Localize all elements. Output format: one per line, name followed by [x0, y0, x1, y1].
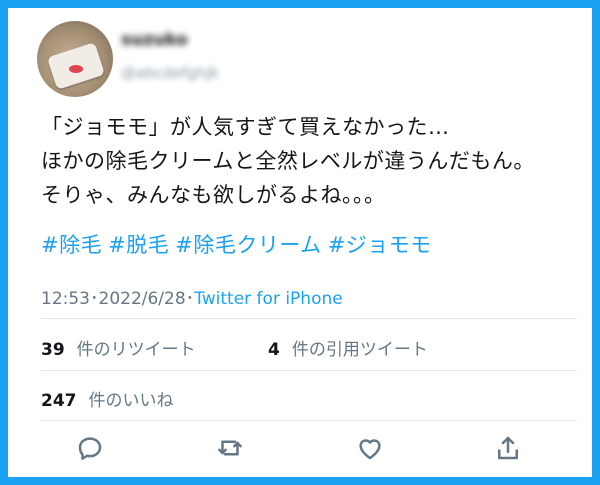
tweet-meta: 12:53･2022/6/28･Twitter for iPhone [41, 284, 343, 309]
reply-button[interactable] [70, 428, 110, 468]
reply-icon [78, 437, 102, 460]
hashtag-link[interactable]: #除毛クリーム [175, 233, 321, 257]
user-handle[interactable]: @abcdefghjk [121, 64, 219, 82]
avatar[interactable] [37, 21, 113, 97]
like-button[interactable] [350, 428, 390, 468]
retweet-stat[interactable]: 39 件のリツイート [41, 335, 196, 360]
tweet-date[interactable]: 2022/6/28 [99, 289, 186, 309]
divider [41, 318, 577, 319]
divider [41, 420, 577, 421]
tweet-text-line: ほかの除毛クリームと全然レベルが違うんだもん。 [41, 149, 535, 173]
share-button[interactable] [488, 428, 528, 468]
action-bar [8, 428, 592, 468]
hashtag-link[interactable]: #除毛 [41, 233, 102, 257]
tweet-text-line: そりゃ、みんなも欲しがるよね。。。 [41, 183, 386, 207]
quote-stat[interactable]: 4 件の引用ツイート [268, 335, 428, 360]
divider [41, 370, 577, 371]
tweet-card: suzuko @abcdefghjk 「ジョモモ」が人気すぎて買えなかった… ほ… [8, 8, 592, 477]
hashtag-list: #除毛 #脱毛 #除毛クリーム #ジョモモ [41, 228, 438, 262]
quote-label: 件の引用ツイート [291, 340, 428, 360]
retweet-label: 件のリツイート [76, 340, 196, 360]
meta-separator: ･ [185, 289, 195, 309]
like-stat[interactable]: 247 件のいいね [41, 386, 174, 411]
retweet-count: 39 [41, 340, 65, 360]
tweet-text: 「ジョモモ」が人気すぎて買えなかった… ほかの除毛クリームと全然レベルが違うんだ… [41, 110, 581, 212]
quote-count: 4 [268, 340, 280, 360]
meta-separator: ･ [90, 289, 99, 309]
hashtag-link[interactable]: #ジョモモ [328, 233, 432, 257]
avatar-lips-image [69, 65, 83, 73]
hashtag-link[interactable]: #脱毛 [108, 233, 169, 257]
like-icon [359, 439, 381, 460]
like-count: 247 [41, 391, 77, 411]
like-label: 件のいいね [88, 391, 174, 411]
share-icon [498, 436, 518, 460]
username[interactable]: suzuko [121, 30, 188, 50]
tweet-time[interactable]: 12:53 [41, 289, 90, 309]
retweet-icon [218, 440, 242, 456]
retweet-button[interactable] [210, 428, 250, 468]
tweet-text-line: 「ジョモモ」が人気すぎて買えなかった… [41, 115, 450, 139]
tweet-source-link[interactable]: Twitter for iPhone [194, 289, 343, 309]
